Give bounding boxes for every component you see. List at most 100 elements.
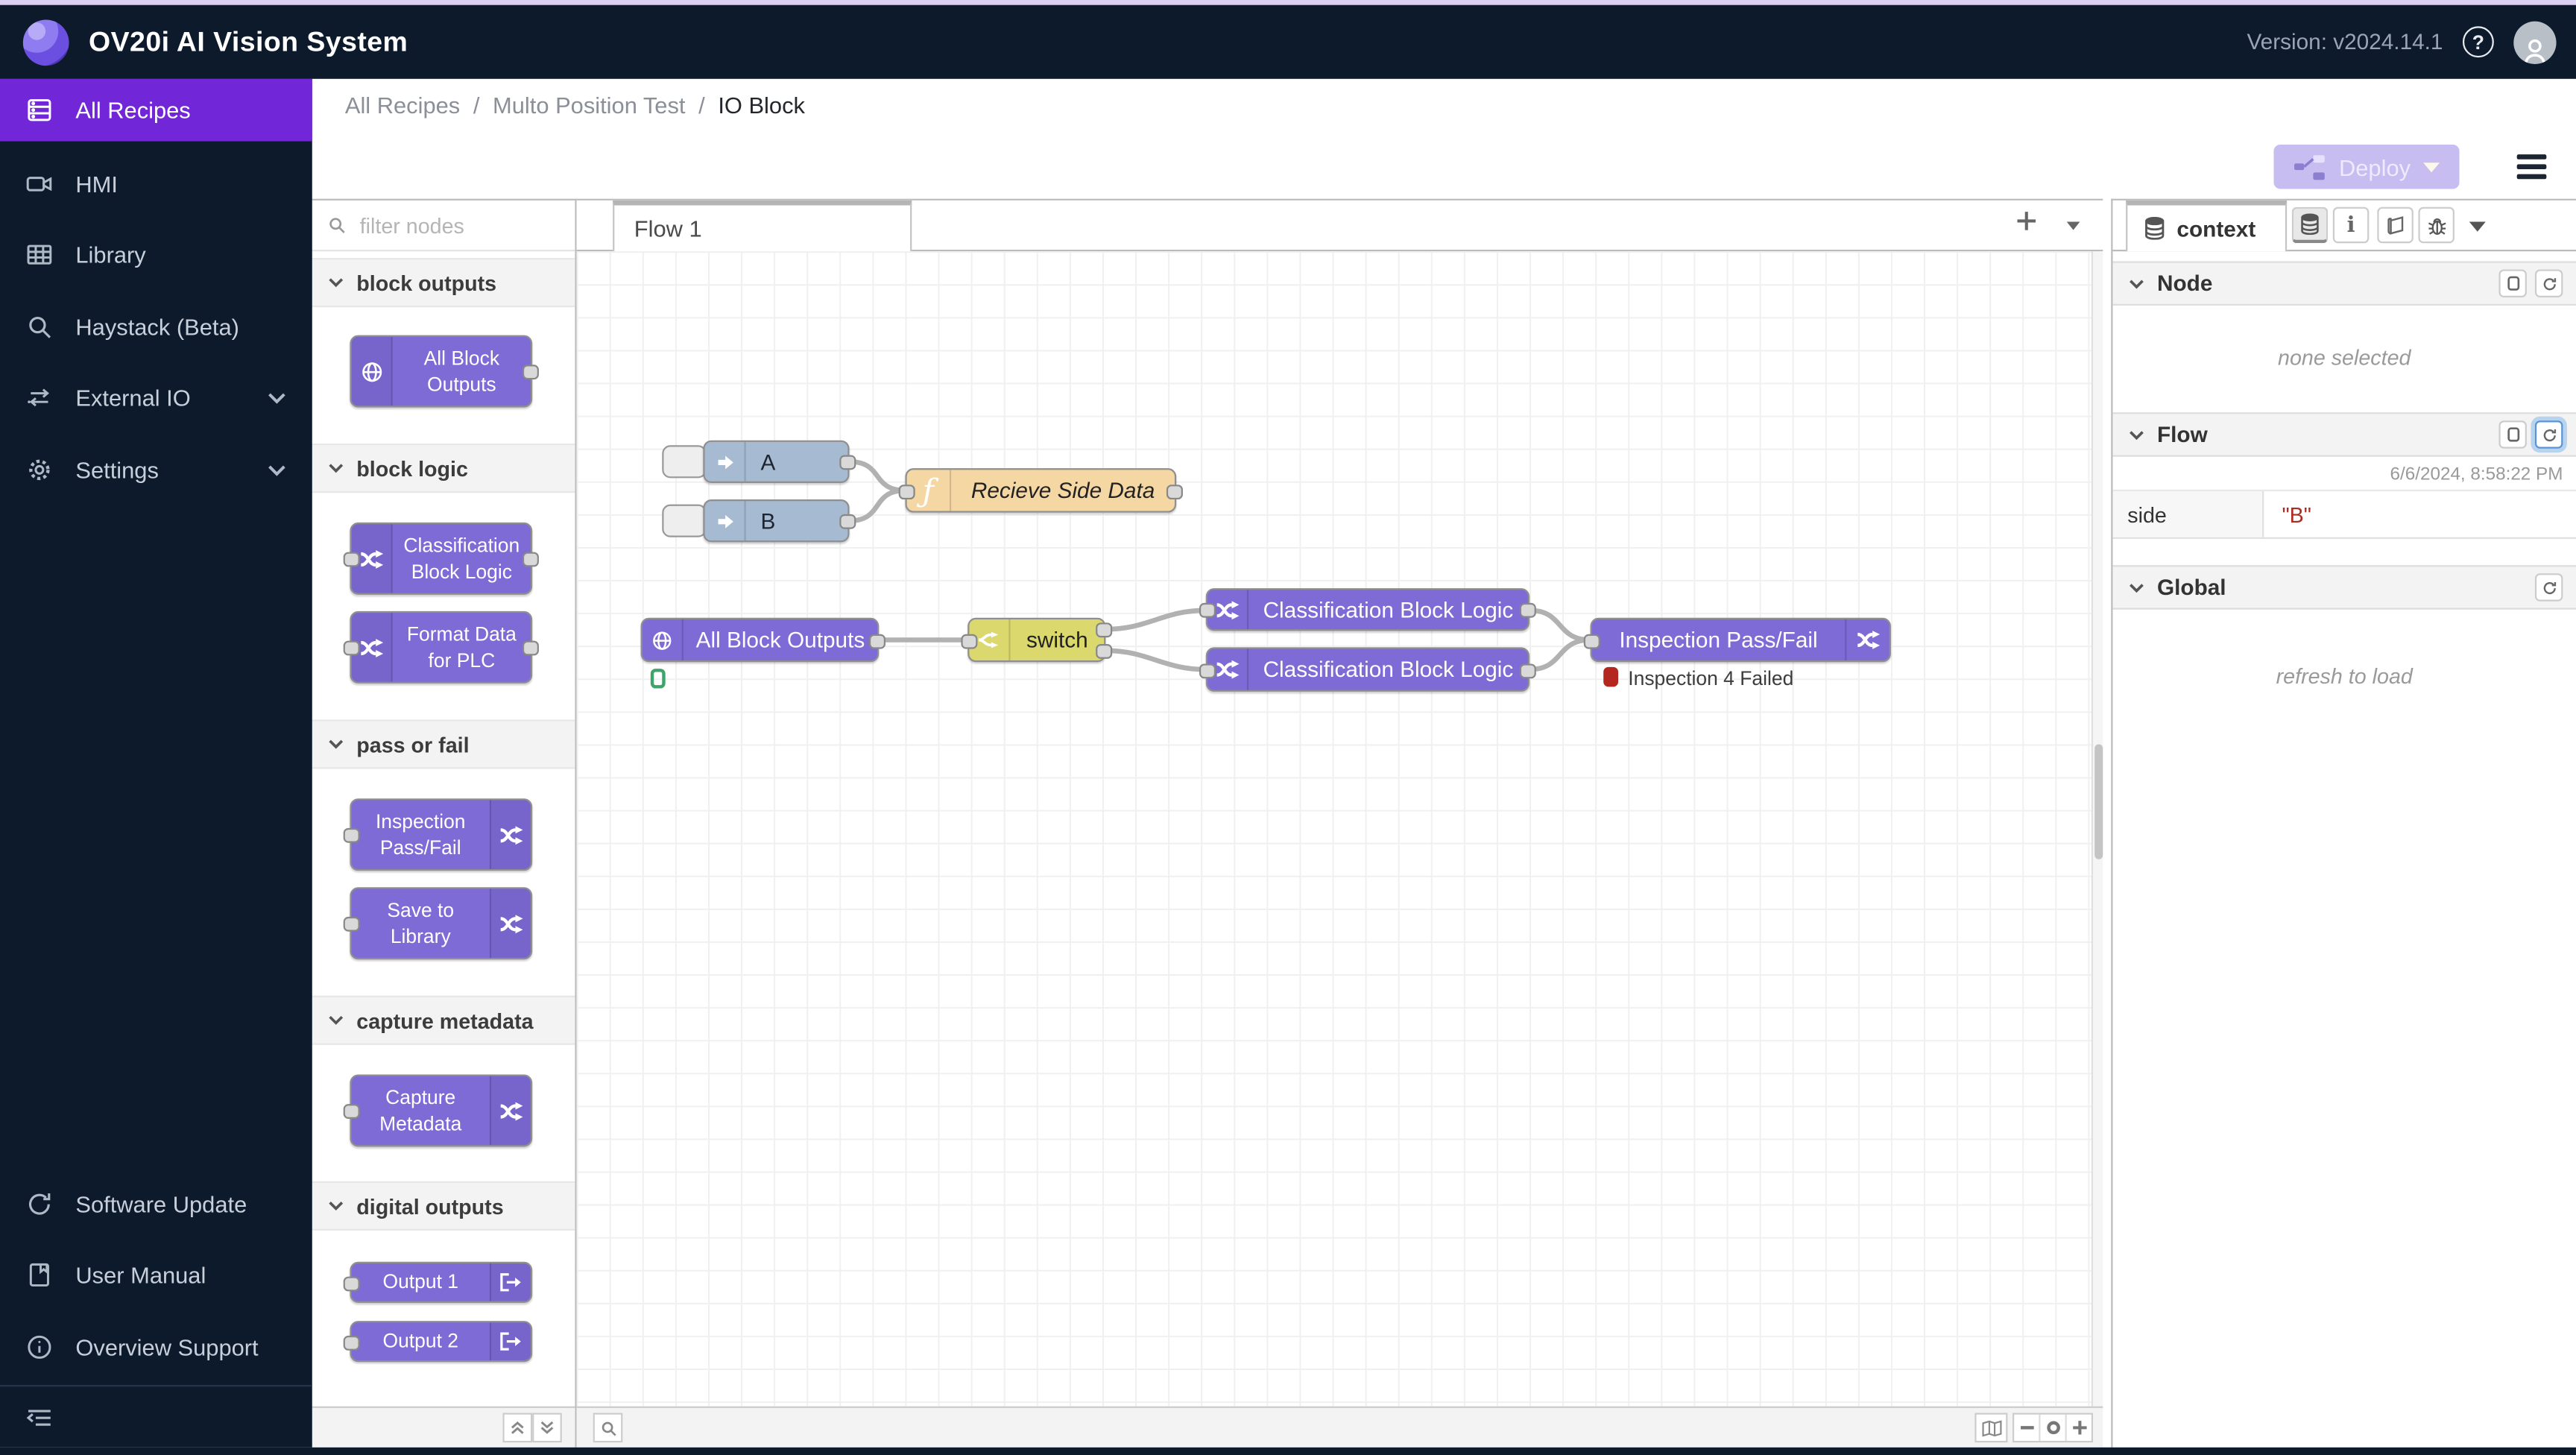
- output-port[interactable]: [1167, 485, 1183, 499]
- flow-refresh-button[interactable]: [2535, 420, 2563, 448]
- sidebar-item-user-manual[interactable]: User Manual: [0, 1244, 312, 1307]
- sidebar-item-external-io[interactable]: External IO: [0, 367, 312, 429]
- breadcrumb-separator: /: [473, 92, 480, 118]
- output-port[interactable]: [1520, 603, 1536, 618]
- input-port[interactable]: [344, 1104, 360, 1119]
- info-tab-button[interactable]: i: [2333, 207, 2369, 243]
- category-block-outputs[interactable]: block outputs: [312, 258, 575, 307]
- user-avatar[interactable]: [2513, 21, 2556, 63]
- table-icon: [25, 240, 54, 270]
- input-port[interactable]: [1199, 663, 1216, 678]
- sidebar-item-overview-support[interactable]: Overview Support: [0, 1316, 312, 1378]
- category-digital-outputs[interactable]: digital outputs: [312, 1181, 575, 1231]
- palette-scroll-up-button[interactable]: [502, 1413, 532, 1443]
- input-port[interactable]: [1584, 634, 1600, 649]
- sidebar-item-all-recipes[interactable]: All Recipes: [0, 79, 312, 142]
- tab-flow-1[interactable]: Flow 1: [613, 201, 912, 251]
- palette-node-capture-metadata[interactable]: Capture Metadata: [350, 1074, 532, 1146]
- zoom-out-button[interactable]: [2014, 1415, 2039, 1441]
- global-refresh-button[interactable]: [2535, 573, 2563, 601]
- output-port[interactable]: [1520, 663, 1536, 678]
- palette-node-classification-block-logic[interactable]: Classification Block Logic: [350, 523, 532, 595]
- sidebar-item-library[interactable]: Library: [0, 224, 312, 286]
- canvas-node-inspection-pass-fail[interactable]: Inspection Pass/Fail: [1591, 618, 1891, 663]
- panel-caret-icon[interactable]: [2469, 222, 2486, 232]
- canvas-node-all-block-outputs[interactable]: All Block Outputs: [641, 618, 880, 663]
- add-flow-button[interactable]: [2015, 210, 2037, 232]
- sidebar-item-hmi[interactable]: HMI: [0, 153, 312, 215]
- link-stub[interactable]: [662, 505, 707, 537]
- output-port[interactable]: [839, 455, 856, 470]
- flow-canvas: Flow 1: [577, 199, 2103, 1448]
- canvas-node-receive-side-data[interactable]: ƒ Recieve Side Data: [905, 468, 1176, 513]
- output-port[interactable]: [839, 514, 856, 529]
- canvas-node-classification-bottom[interactable]: Classification Block Logic: [1206, 647, 1530, 692]
- breadcrumb-all-recipes[interactable]: All Recipes: [345, 92, 460, 118]
- input-port[interactable]: [344, 552, 360, 567]
- category-pass-or-fail[interactable]: pass or fail: [312, 719, 575, 768]
- canvas-node-classification-top[interactable]: Classification Block Logic: [1206, 588, 1530, 631]
- search-icon: [327, 215, 347, 235]
- canvas-search-button[interactable]: [593, 1413, 623, 1443]
- deploy-caret-icon[interactable]: [2424, 162, 2440, 171]
- palette-node-inspection-pass-fail[interactable]: Inspection Pass/Fail: [350, 798, 532, 871]
- node-palette: block outputs All Block Outputs block lo…: [312, 199, 577, 1448]
- output-port[interactable]: [523, 641, 539, 656]
- palette-scroll-down-button[interactable]: [532, 1413, 562, 1443]
- output-port-1[interactable]: [1096, 622, 1112, 637]
- sidebar-item-software-update[interactable]: Software Update: [0, 1173, 312, 1236]
- palette-node-output-1[interactable]: Output 1: [350, 1262, 532, 1303]
- sidebar-collapse-button[interactable]: [0, 1392, 312, 1445]
- canvas-scrollbar[interactable]: [2092, 251, 2103, 1408]
- flow-list-caret-icon[interactable]: [2067, 222, 2080, 230]
- canvas-node-link-a[interactable]: A: [703, 441, 849, 483]
- category-block-logic[interactable]: block logic: [312, 444, 575, 493]
- input-port[interactable]: [1199, 603, 1216, 618]
- section-node[interactable]: Node: [2112, 261, 2576, 306]
- sidebar-item-settings[interactable]: Settings: [0, 438, 312, 501]
- output-port[interactable]: [523, 364, 539, 379]
- output-port-2[interactable]: [1096, 644, 1112, 659]
- menu-icon[interactable]: [2517, 154, 2547, 179]
- input-port[interactable]: [344, 1277, 360, 1292]
- flow-select-button[interactable]: [2498, 420, 2526, 448]
- input-port[interactable]: [344, 641, 360, 656]
- shuffle-icon: [1845, 619, 1890, 660]
- input-port[interactable]: [961, 634, 977, 649]
- input-port[interactable]: [344, 1336, 360, 1351]
- section-global[interactable]: Global: [2112, 565, 2576, 610]
- zoom-reset-button[interactable]: [2039, 1415, 2065, 1441]
- node-refresh-button[interactable]: [2535, 269, 2563, 297]
- context-data-button[interactable]: [2292, 207, 2328, 243]
- output-port[interactable]: [869, 634, 886, 649]
- filter-nodes-input[interactable]: [356, 211, 543, 239]
- palette-node-all-block-outputs[interactable]: All Block Outputs: [350, 335, 532, 408]
- section-flow[interactable]: Flow: [2112, 412, 2576, 457]
- canvas-node-switch[interactable]: switch: [967, 618, 1105, 663]
- breadcrumb-multo-position-test[interactable]: Multo Position Test: [493, 92, 685, 118]
- flow-grid[interactable]: A B ƒ Recieve Side Data: [577, 251, 2092, 1408]
- deploy-button[interactable]: Deploy: [2273, 145, 2459, 189]
- category-capture-metadata[interactable]: capture metadata: [312, 996, 575, 1045]
- input-port[interactable]: [344, 917, 360, 932]
- context-row-side[interactable]: side "B": [2112, 491, 2576, 539]
- debug-button[interactable]: [2418, 207, 2454, 243]
- link-stub[interactable]: [662, 445, 707, 478]
- node-select-button[interactable]: [2498, 269, 2526, 297]
- canvas-node-link-b[interactable]: B: [703, 499, 849, 542]
- link-in-icon: [705, 442, 746, 482]
- sidebar-item-haystack[interactable]: Haystack (Beta): [0, 296, 312, 359]
- navigator-map-button[interactable]: [1974, 1413, 2007, 1443]
- sidebar-divider: [0, 1385, 312, 1386]
- palette-node-save-to-library[interactable]: Save to Library: [350, 887, 532, 959]
- tab-context[interactable]: context: [2126, 201, 2287, 251]
- input-port[interactable]: [899, 485, 915, 499]
- output-port[interactable]: [523, 552, 539, 567]
- scrollbar-thumb[interactable]: [2094, 744, 2103, 859]
- help-docs-button[interactable]: [2377, 207, 2413, 243]
- palette-node-output-2[interactable]: Output 2: [350, 1321, 532, 1362]
- input-port[interactable]: [344, 828, 360, 843]
- palette-node-format-data-for-plc[interactable]: Format Data for PLC: [350, 611, 532, 684]
- zoom-in-button[interactable]: [2065, 1415, 2092, 1441]
- help-icon[interactable]: ?: [2463, 26, 2494, 57]
